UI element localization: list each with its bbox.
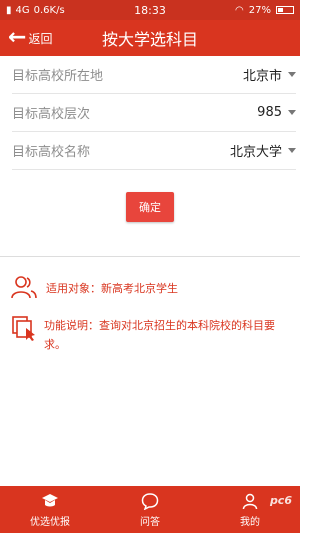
signal-icon: ▮ bbox=[6, 4, 12, 16]
divider bbox=[0, 256, 300, 257]
university-value: 北京大学 bbox=[229, 145, 282, 160]
battery-icon bbox=[276, 6, 294, 14]
description-info: 功能说明：查询对北京招生的本科院校的科目要求。 bbox=[10, 316, 290, 354]
audience-info: 适用对象：新高考北京学生 bbox=[10, 274, 290, 302]
audience-text: 适用对象：新高考北京学生 bbox=[46, 281, 178, 295]
tab-recommend[interactable]: 优选优报 bbox=[0, 486, 100, 533]
chat-bubble-icon bbox=[141, 492, 159, 510]
title-bar: ← 返回 按大学选科目 bbox=[0, 20, 300, 56]
level-value: 985 bbox=[257, 105, 282, 120]
university-select[interactable]: 目标高校名称 北京大学 bbox=[12, 132, 296, 170]
location-label: 目标高校所在地 bbox=[12, 69, 104, 84]
user-icon bbox=[242, 493, 258, 509]
documents-cursor-icon bbox=[12, 316, 35, 341]
back-label: 返回 bbox=[28, 31, 53, 46]
graduation-cap-icon bbox=[42, 493, 58, 506]
wifi-icon: ◠ bbox=[235, 4, 244, 16]
status-bar: ▮ 4G 0.6K/s 18:33 ◠ 27% bbox=[0, 0, 300, 20]
dropdown-caret-icon bbox=[288, 110, 296, 115]
dropdown-caret-icon bbox=[288, 72, 296, 77]
level-label: 目标高校层次 bbox=[12, 107, 91, 122]
back-arrow-icon: ← bbox=[8, 25, 27, 50]
university-label: 目标高校名称 bbox=[12, 145, 91, 160]
back-button[interactable]: ← 返回 bbox=[0, 25, 70, 50]
tab-recommend-label: 优选优报 bbox=[30, 516, 70, 528]
description-text: 功能说明：查询对北京招生的本科院校的科目要求。 bbox=[44, 319, 275, 351]
network-type: 4G bbox=[15, 4, 30, 16]
tab-qa-label: 问答 bbox=[140, 516, 160, 528]
confirm-button[interactable]: 确定 bbox=[126, 192, 174, 222]
location-select[interactable]: 目标高校所在地 北京市 bbox=[12, 56, 296, 94]
clock: 18:33 bbox=[134, 3, 166, 17]
battery-level: 27% bbox=[248, 4, 271, 16]
watermark-logo: pc6 bbox=[269, 494, 292, 507]
dropdown-caret-icon bbox=[288, 148, 296, 153]
bottom-tab-bar: 优选优报 问答 我的 bbox=[0, 486, 300, 533]
users-icon bbox=[11, 276, 37, 299]
tab-mine-label: 我的 bbox=[240, 516, 260, 528]
location-value: 北京市 bbox=[242, 69, 282, 84]
filter-form: 目标高校所在地 北京市 目标高校层次 985 目标高校名称 北京大学 bbox=[12, 56, 296, 170]
tab-qa[interactable]: 问答 bbox=[100, 486, 200, 533]
level-select[interactable]: 目标高校层次 985 bbox=[12, 94, 296, 132]
network-speed: 0.6K/s bbox=[33, 4, 65, 16]
